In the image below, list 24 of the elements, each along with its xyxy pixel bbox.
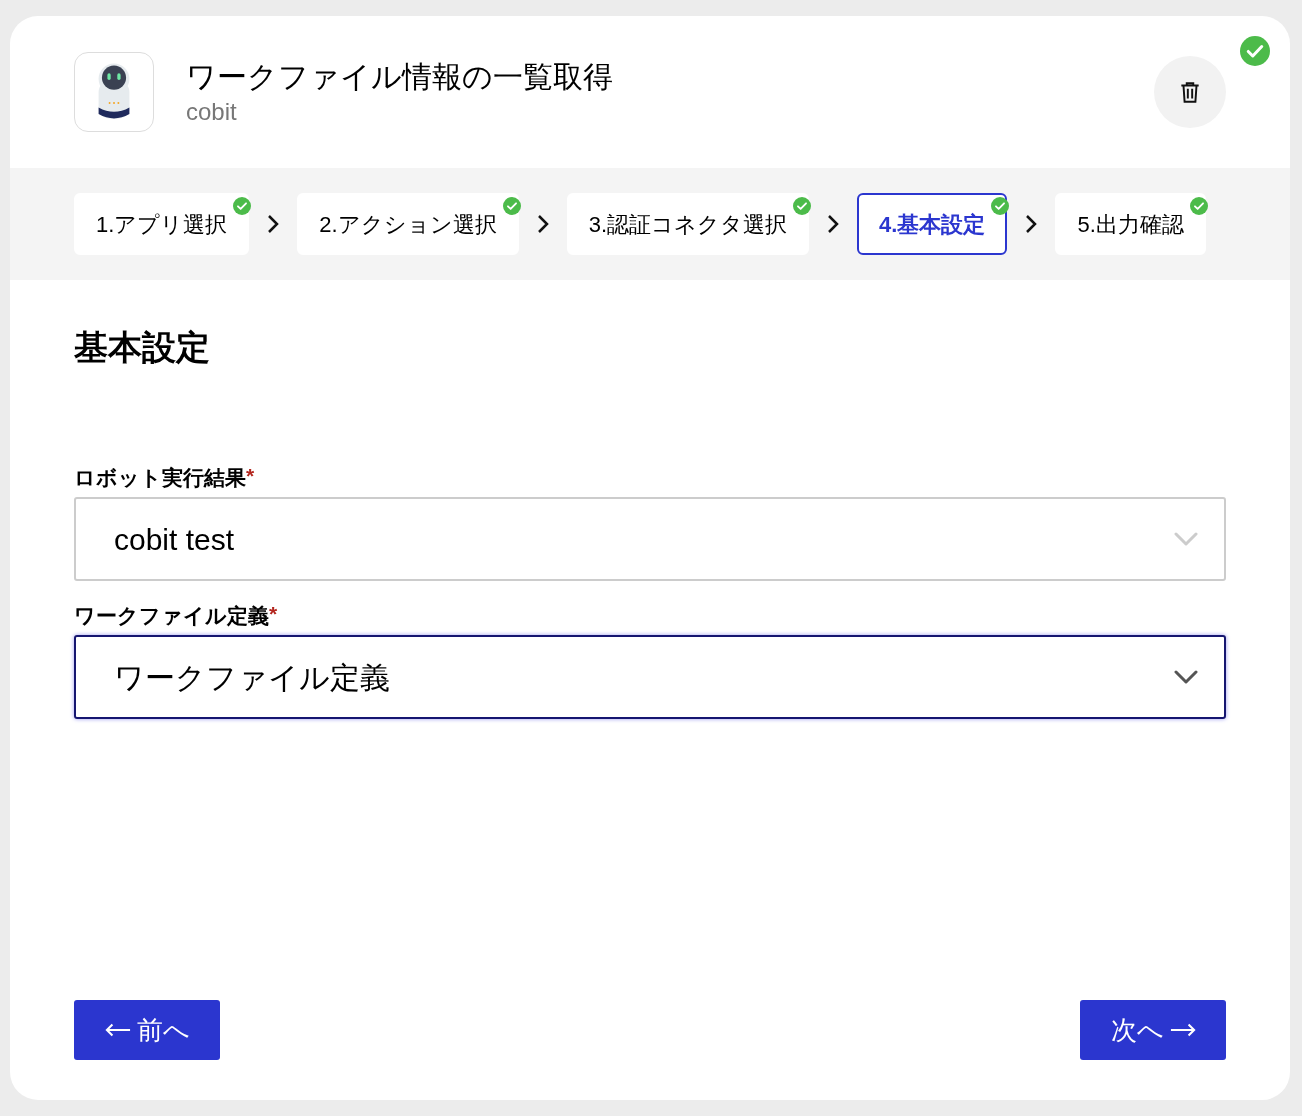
step-tab[interactable]: 3.認証コネクタ選択 [566, 193, 810, 255]
arrow-left-icon [104, 1022, 131, 1038]
field-label: ワークファイル定義 [74, 603, 269, 629]
next-button[interactable]: 次へ [1080, 1000, 1226, 1060]
back-button[interactable]: 前へ [74, 1000, 220, 1060]
step-tab[interactable]: 5.出力確認 [1055, 193, 1206, 255]
arrow-right-icon [1169, 1022, 1196, 1038]
field-label: ロボット実行結果 [74, 465, 246, 491]
step-tab[interactable]: 4.基本設定 [857, 193, 1008, 255]
step-tab[interactable]: 2.アクション選択 [297, 193, 519, 255]
chevron-right-icon [827, 214, 840, 234]
chevron-right-icon [536, 214, 549, 234]
required-mark: * [269, 601, 278, 625]
section-title: 基本設定 [74, 327, 211, 368]
chevron-right-icon [267, 214, 280, 234]
chevron-right-icon [1025, 214, 1038, 234]
page-title: ワークファイル情報の一覧取得 [186, 59, 613, 95]
dropdown-field[interactable]: ワークファイル定義 [74, 635, 1226, 719]
required-mark: * [246, 463, 255, 487]
chevron-down-icon [1174, 532, 1198, 546]
step-tab[interactable]: 1.アプリ選択 [74, 193, 250, 255]
app-name: cobit [186, 97, 238, 127]
dropdown-field[interactable]: cobit test [74, 497, 1226, 581]
chevron-down-icon [1174, 670, 1198, 684]
